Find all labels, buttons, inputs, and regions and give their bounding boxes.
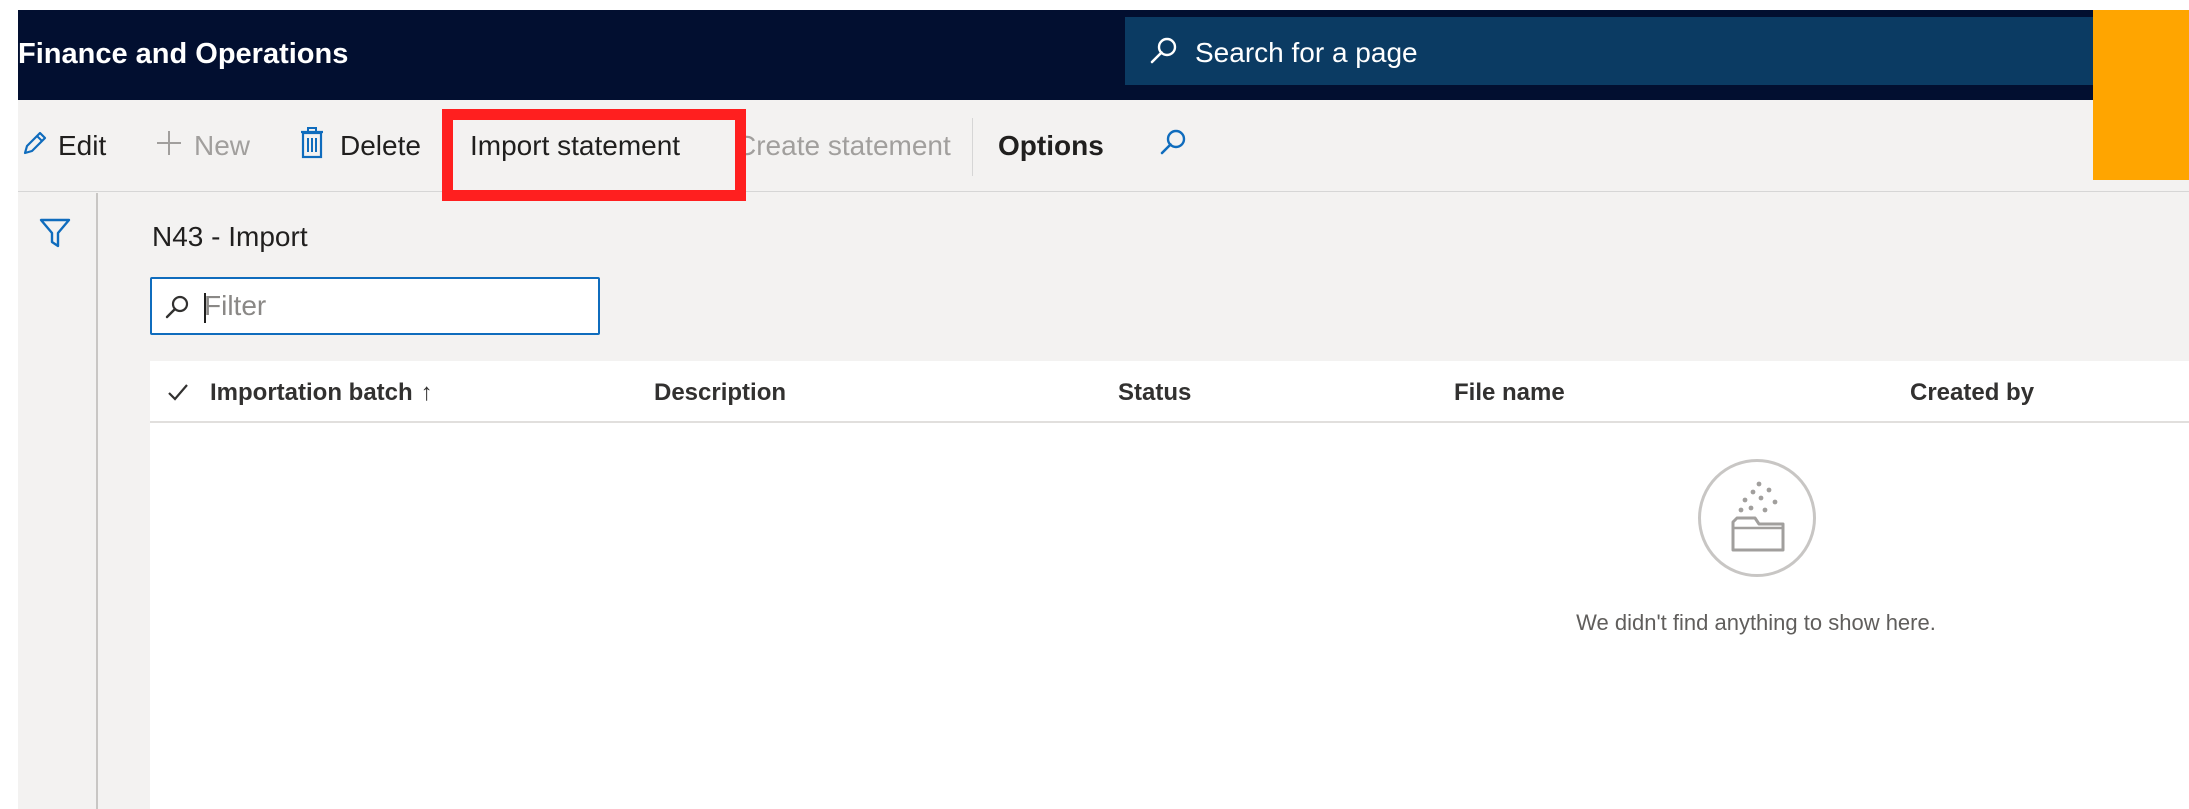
create-statement-button[interactable]: Create statement: [736, 100, 951, 192]
global-search-box[interactable]: Search for a page: [1125, 17, 2189, 85]
grid-filter-box[interactable]: [150, 277, 600, 335]
action-pane: Edit New Delete Import statement Create …: [18, 100, 2189, 201]
delete-button[interactable]: Delete: [298, 100, 421, 192]
column-header-description[interactable]: Description: [654, 379, 786, 407]
orange-accent-block: [2093, 10, 2189, 180]
options-tab-label: Options: [998, 130, 1104, 161]
empty-state-message: We didn't find anything to show here.: [1576, 610, 1936, 635]
create-statement-button-label: Create statement: [736, 130, 951, 161]
main-content: N43 - Import Importation batch↑: [100, 193, 2189, 809]
edit-button[interactable]: Edit: [20, 100, 106, 192]
global-search-placeholder: Search for a page: [1195, 37, 1418, 68]
app-window: Finance and Operations Search for a page…: [18, 10, 2189, 809]
column-header-file-name[interactable]: File name: [1454, 379, 1565, 407]
edit-button-label: Edit: [58, 130, 107, 161]
filter-input[interactable]: [204, 287, 584, 325]
sort-ascending-icon: ↑: [420, 379, 433, 406]
checkmark-icon[interactable]: [166, 380, 190, 409]
search-icon: [1149, 36, 1179, 66]
page-title: N43 - Import: [152, 221, 308, 252]
grid-header-row: Importation batch ↑ Description Status Fi…: [150, 361, 2189, 423]
search-toolbar-icon: [1158, 128, 1188, 165]
data-grid: Importation batch ↑ Description Status Fi…: [150, 361, 2189, 809]
toolbar-search-button[interactable]: [1158, 100, 1188, 192]
column-header-status[interactable]: Status: [1118, 379, 1191, 407]
top-navigation-bar: Finance and Operations Search for a page: [18, 10, 2189, 100]
column-header-created-by[interactable]: Created by: [1910, 379, 2034, 407]
delete-icon: [298, 126, 326, 166]
new-button-label: New: [194, 130, 251, 161]
delete-button-label: Delete: [340, 130, 421, 161]
empty-folder-icon: [1698, 459, 1816, 577]
edit-icon: [20, 128, 50, 165]
toolbar-separator: [972, 118, 973, 176]
new-button[interactable]: New: [154, 100, 250, 192]
app-title[interactable]: Finance and Operations: [18, 38, 348, 70]
filter-pane: [18, 193, 98, 809]
add-icon: [154, 128, 184, 165]
options-tab[interactable]: Options: [998, 100, 1104, 192]
column-header-importation-batch[interactable]: Importation batch ↑: [210, 379, 433, 407]
text-caret: [204, 293, 206, 323]
import-statement-highlight: [442, 109, 746, 201]
